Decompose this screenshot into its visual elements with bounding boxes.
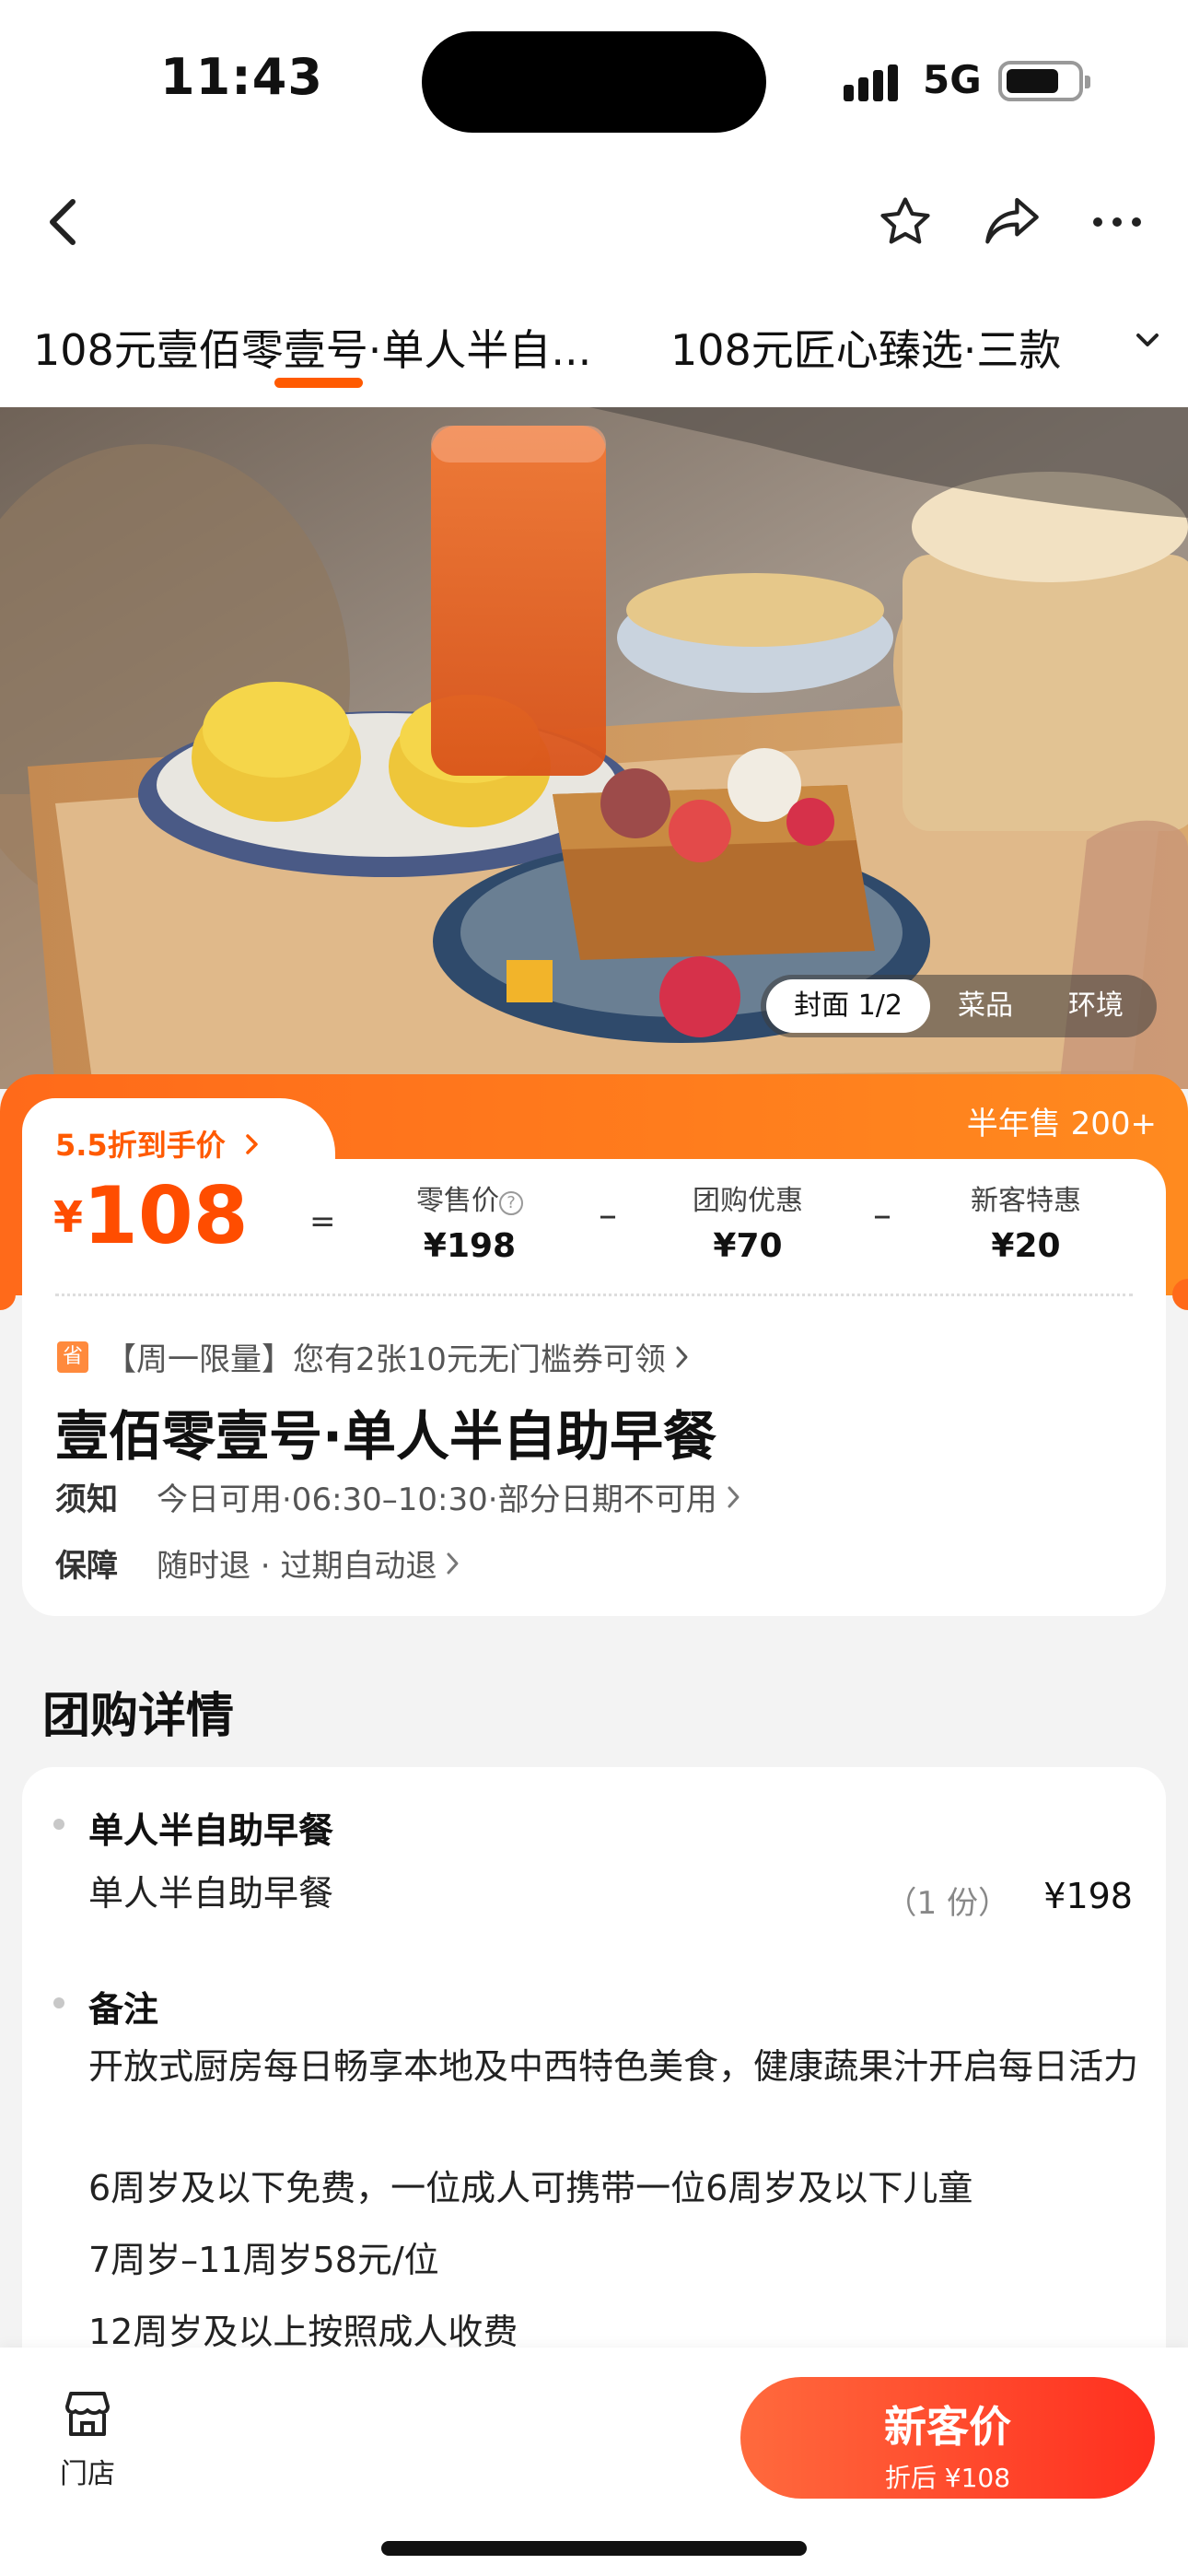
group-discount-label: 团购优惠: [693, 1185, 803, 1217]
tab-deal-1[interactable]: 108元壹佰零壹号·单人半自...: [33, 317, 591, 378]
bullet: [53, 1997, 64, 2008]
more-button[interactable]: [1085, 190, 1149, 254]
star-icon: [880, 197, 930, 244]
minus-sign: –: [599, 1194, 617, 1236]
more-icon: [1093, 217, 1141, 227]
final-price: ¥108: [53, 1170, 249, 1262]
item-name: 单人半自助早餐: [88, 1873, 334, 1914]
deal-title: 壹佰零壹号·单人半自助早餐: [55, 1405, 717, 1468]
gallery-tabs: 封面 1/2 菜品 环境: [761, 975, 1157, 1037]
deal-tabs: 108元壹佰零壹号·单人半自... 108元匠心臻选·三款: [0, 286, 1188, 407]
item-heading: 单人半自助早餐: [88, 1810, 334, 1851]
discount-promo-label: 5.5折到手价: [55, 1128, 226, 1163]
notice-label: 须知: [55, 1481, 118, 1518]
section-title: 团购详情: [42, 1689, 235, 1744]
coupon-text: 【周一限量】您有2张10元无门槛券可领: [105, 1341, 666, 1378]
group-discount: 团购优惠 ¥70: [656, 1177, 840, 1265]
new-customer-discount-label: 新客特惠: [971, 1185, 1081, 1217]
gallery-tab-dishes[interactable]: 菜品: [930, 979, 1041, 1033]
tab-deal-2[interactable]: 108元匠心臻选·三款: [670, 317, 1061, 378]
retail-price-label: 零售价: [416, 1185, 499, 1217]
buy-button-label: 新客价: [884, 2402, 1011, 2452]
bullet: [53, 1819, 64, 1830]
retail-price: 零售价? ¥198: [378, 1177, 562, 1265]
guarantee-row[interactable]: 保障 随时退 · 过期自动退: [55, 1540, 460, 1586]
hero-image[interactable]: 封面 1/2 菜品 环境: [0, 407, 1188, 1089]
help-icon[interactable]: ?: [499, 1191, 523, 1215]
save-badge-icon: 省: [57, 1341, 88, 1373]
dynamic-island: [422, 31, 766, 133]
signal-icon: [844, 64, 898, 101]
share-button[interactable]: [980, 190, 1044, 254]
battery-icon: [998, 61, 1090, 101]
deal-card: 5.5折到手价 半年售 200+ ¥108 = 零售价? ¥198 – 团购优惠…: [0, 1074, 1188, 1616]
new-customer-discount-value: ¥20: [991, 1227, 1061, 1265]
guarantee-label: 保障: [55, 1548, 118, 1585]
store-button[interactable]: 门店: [46, 2388, 129, 2491]
chevron-left-icon: [50, 199, 76, 245]
notice-value: 今日可用·06:30–10:30·部分日期不可用: [157, 1481, 717, 1518]
sales-count: 半年售 200+: [966, 1106, 1157, 1142]
discount-promo-link[interactable]: 5.5折到手价: [55, 1122, 260, 1165]
store-label: 门店: [60, 2458, 115, 2490]
chevron-right-icon: [246, 1134, 258, 1154]
home-indicator: [381, 2541, 807, 2556]
nav-bar: [0, 157, 1188, 286]
item-price: ¥198: [1043, 1876, 1133, 1916]
new-customer-discount: 新客特惠 ¥20: [934, 1177, 1118, 1265]
notes-heading: 备注: [88, 1989, 159, 2030]
status-bar: 11:43 5G: [0, 0, 1188, 157]
tab-active-indicator: [274, 378, 363, 388]
store-icon: [65, 2392, 110, 2436]
chevron-right-icon: [728, 1486, 740, 1507]
final-price-value: 108: [83, 1170, 249, 1262]
minus-sign: –: [873, 1194, 891, 1236]
currency-symbol: ¥: [53, 1192, 84, 1242]
chevron-right-icon: [676, 1346, 688, 1367]
guarantee-value: 随时退 · 过期自动退: [157, 1548, 437, 1585]
divider: [55, 1294, 1133, 1296]
chevron-down-icon: [1136, 334, 1159, 346]
buy-button-price: 折后 ¥108: [884, 2463, 1011, 2493]
status-time: 11:43: [160, 48, 323, 106]
note-item: 7周岁–11周岁58元/位: [88, 2240, 439, 2280]
retail-price-value: ¥198: [423, 1227, 517, 1265]
gallery-tab-cover[interactable]: 封面 1/2: [766, 979, 930, 1033]
chevron-right-icon: [447, 1552, 459, 1574]
item-quantity: （1 份）: [885, 1885, 1009, 1922]
network-type: 5G: [923, 57, 982, 102]
notice-row[interactable]: 须知 今日可用·06:30–10:30·部分日期不可用: [55, 1474, 741, 1519]
gallery-tab-environment[interactable]: 环境: [1041, 979, 1151, 1033]
note-item: 6周岁及以下免费，一位成人可携带一位6周岁及以下儿童: [88, 2168, 973, 2208]
share-icon: [985, 197, 1039, 244]
tabs-expand-button[interactable]: [1135, 332, 1160, 352]
note-item: 开放式厨房每日畅享本地及中西特色美食，健康蔬果汁开启每日活力: [88, 2046, 1139, 2087]
equals-sign: =: [309, 1203, 336, 1240]
buy-button[interactable]: 新客价 折后 ¥108: [740, 2377, 1155, 2499]
favorite-button[interactable]: [873, 190, 938, 254]
back-button[interactable]: [31, 190, 96, 254]
coupon-link[interactable]: 省 【周一限量】您有2张10元无门槛券可领: [57, 1334, 690, 1379]
group-discount-value: ¥70: [713, 1227, 783, 1265]
